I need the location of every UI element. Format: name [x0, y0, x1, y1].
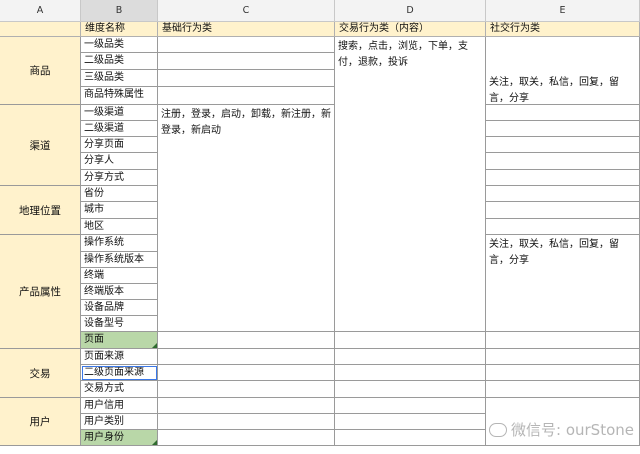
- group-goods[interactable]: 商品: [0, 37, 81, 105]
- social-behavior-cell[interactable]: [486, 381, 640, 398]
- dimension-item[interactable]: 二级品类: [81, 53, 158, 70]
- basic-behavior-cell[interactable]: [158, 414, 335, 430]
- watermark: 微信号: ourStone: [489, 419, 634, 440]
- social-behavior-cell[interactable]: [486, 153, 640, 170]
- dimension-item[interactable]: 设备型号: [81, 316, 158, 332]
- dimension-item[interactable]: 三级品类: [81, 70, 158, 87]
- social-behavior-cell[interactable]: [486, 219, 640, 235]
- trade-behavior-cell[interactable]: [335, 332, 486, 349]
- social-behavior-cell[interactable]: [486, 170, 640, 186]
- header-cell-social-behavior[interactable]: 社交行为类: [486, 22, 640, 37]
- social-behavior-cell[interactable]: [486, 186, 640, 202]
- dimension-item[interactable]: 分享人: [81, 153, 158, 170]
- group-user[interactable]: 用户: [0, 398, 81, 446]
- header-cell-basic-behavior[interactable]: 基础行为类: [158, 22, 335, 37]
- trade-behavior-cell[interactable]: [335, 414, 486, 430]
- chat-bubble-icon: [489, 422, 507, 437]
- column-header-a[interactable]: A: [0, 0, 81, 22]
- basic-behavior-cell[interactable]: [158, 37, 335, 53]
- trade-behavior-cell[interactable]: [335, 381, 486, 398]
- trade-behavior-cell[interactable]: [335, 349, 486, 365]
- group-geo-location[interactable]: 地理位置: [0, 186, 81, 235]
- social-behavior-text-cell[interactable]: 关注，取关，私信，回复，留言，分享: [486, 37, 640, 105]
- basic-behavior-text-cell[interactable]: 注册，登录，启动，卸载，新注册，新登录，新启动: [158, 105, 335, 332]
- dimension-item[interactable]: 页面来源: [81, 349, 158, 365]
- header-cell-dimension-name[interactable]: 维度名称: [81, 22, 158, 37]
- social-behavior-cell[interactable]: [486, 332, 640, 349]
- social-behavior-cell[interactable]: [486, 137, 640, 153]
- basic-behavior-cell[interactable]: [158, 349, 335, 365]
- trade-behavior-cell[interactable]: [335, 365, 486, 381]
- social-behavior-text-cell-2[interactable]: 关注，取关，私信，回复，留言，分享: [486, 235, 640, 332]
- dimension-item[interactable]: 用户类别: [81, 414, 158, 430]
- dimension-item[interactable]: 地区: [81, 219, 158, 235]
- dimension-item[interactable]: 一级渠道: [81, 105, 158, 121]
- dimension-item[interactable]: 城市: [81, 202, 158, 219]
- dimension-item[interactable]: 用户信用: [81, 398, 158, 414]
- dimension-item[interactable]: 二级页面来源: [81, 365, 158, 381]
- header-cell-trade-behavior[interactable]: 交易行为类（内容）: [335, 22, 486, 37]
- comment-marker-icon: [152, 343, 157, 348]
- dimension-item[interactable]: 分享方式: [81, 170, 158, 186]
- group-channel[interactable]: 渠道: [0, 105, 81, 186]
- header-cell-a[interactable]: [0, 22, 81, 37]
- dimension-item[interactable]: 交易方式: [81, 381, 158, 398]
- column-header-e[interactable]: E: [486, 0, 640, 22]
- dimension-item[interactable]: 操作系统版本: [81, 252, 158, 268]
- column-header-c[interactable]: C: [158, 0, 335, 22]
- basic-behavior-cell[interactable]: [158, 398, 335, 414]
- basic-behavior-cell[interactable]: [158, 332, 335, 349]
- basic-behavior-cell[interactable]: [158, 87, 335, 105]
- comment-marker-icon: [152, 440, 157, 445]
- dimension-item[interactable]: 页面: [81, 332, 158, 349]
- social-behavior-cell[interactable]: [486, 105, 640, 121]
- basic-behavior-cell[interactable]: [158, 70, 335, 87]
- basic-behavior-cell[interactable]: [158, 53, 335, 70]
- dimension-item[interactable]: 一级品类: [81, 37, 158, 53]
- trade-behavior-cell[interactable]: [335, 430, 486, 446]
- spreadsheet: A B C D E 维度名称 基础行为类 交易行为类（内容） 社交行为类 商品 …: [0, 0, 640, 454]
- dimension-item[interactable]: 终端版本: [81, 284, 158, 300]
- dimension-item[interactable]: 设备品牌: [81, 300, 158, 316]
- group-trade[interactable]: 交易: [0, 349, 81, 398]
- social-behavior-cell[interactable]: [486, 349, 640, 365]
- dimension-item[interactable]: 省份: [81, 186, 158, 202]
- basic-behavior-cell[interactable]: [158, 430, 335, 446]
- watermark-text: 微信号: ourStone: [511, 421, 634, 439]
- group-product-attributes[interactable]: 产品属性: [0, 235, 81, 349]
- dimension-item[interactable]: 二级渠道: [81, 121, 158, 137]
- dimension-item[interactable]: 操作系统: [81, 235, 158, 252]
- social-behavior-cell[interactable]: [486, 202, 640, 219]
- basic-behavior-cell[interactable]: [158, 381, 335, 398]
- column-header-d[interactable]: D: [335, 0, 486, 22]
- social-behavior-text: 关注，取关，私信，回复，留言，分享: [489, 77, 619, 104]
- social-behavior-cell[interactable]: [486, 121, 640, 137]
- trade-behavior-text-cell[interactable]: 搜索，点击，浏览，下单，支付，退款，投诉: [335, 37, 486, 332]
- dimension-item[interactable]: 分享页面: [81, 137, 158, 153]
- basic-behavior-cell[interactable]: [158, 365, 335, 381]
- dimension-item[interactable]: 终端: [81, 268, 158, 284]
- social-behavior-cell[interactable]: [486, 365, 640, 381]
- dimension-item[interactable]: 用户身份: [81, 430, 158, 446]
- trade-behavior-cell[interactable]: [335, 398, 486, 414]
- dimension-item[interactable]: 商品特殊属性: [81, 87, 158, 105]
- column-header-b[interactable]: B: [81, 0, 158, 22]
